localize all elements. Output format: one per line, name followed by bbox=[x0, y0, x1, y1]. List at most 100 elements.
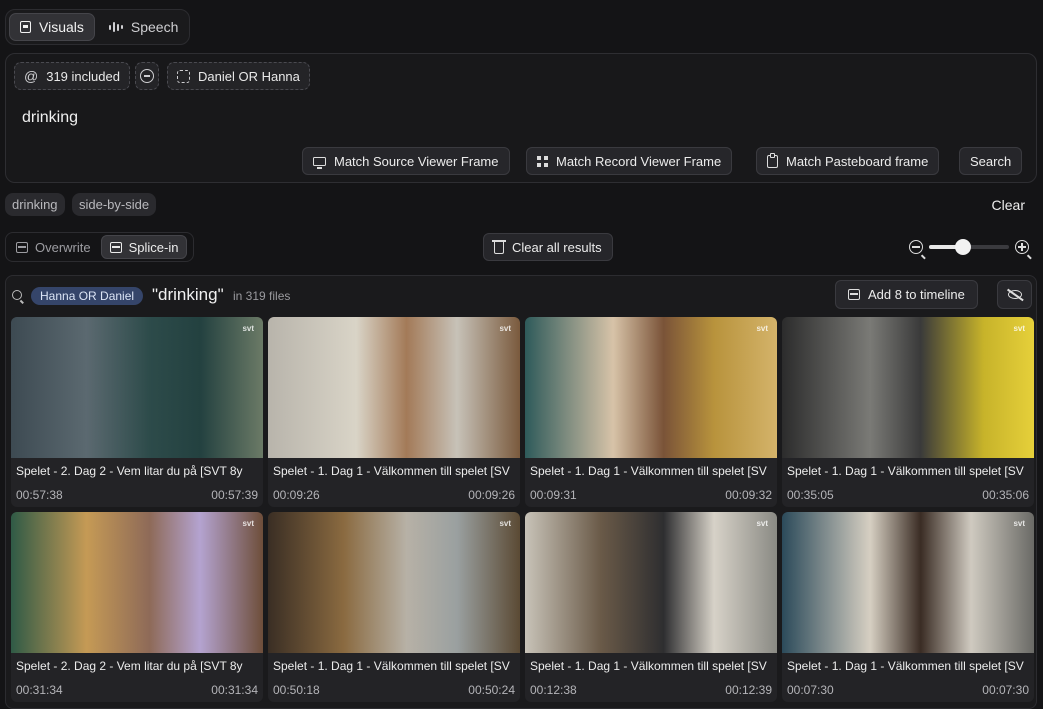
speech-tab[interactable]: Speech bbox=[99, 13, 188, 41]
clip-card[interactable]: svt Spelet - 2. Dag 2 - Vem litar du på [… bbox=[11, 317, 263, 507]
film-icon bbox=[848, 289, 860, 300]
clip-card[interactable]: svt Spelet - 1. Dag 1 - Välkommen till sp… bbox=[268, 317, 520, 507]
clip-out-timecode: 00:09:26 bbox=[468, 488, 515, 502]
svt-watermark: svt bbox=[1013, 519, 1025, 528]
zoom-control bbox=[909, 237, 1037, 257]
waveform-icon bbox=[108, 21, 123, 33]
clip-title: Spelet - 2. Dag 2 - Vem litar du på [SVT… bbox=[16, 464, 243, 478]
search-query-input[interactable]: drinking bbox=[22, 109, 78, 127]
clip-thumbnail[interactable]: svt bbox=[268, 317, 520, 458]
match-record-viewer-frame-button[interactable]: Match Record Viewer Frame bbox=[526, 147, 733, 175]
overwrite-mode[interactable]: Overwrite bbox=[8, 235, 99, 259]
match-pasteboard-label: Match Pasteboard frame bbox=[786, 153, 929, 169]
svt-watermark: svt bbox=[756, 519, 768, 528]
match-source-label: Match Source Viewer Frame bbox=[334, 153, 499, 169]
recent-search-tag[interactable]: drinking bbox=[5, 193, 65, 216]
results-query: "drinking" bbox=[152, 285, 224, 304]
clip-thumbnail[interactable]: svt bbox=[525, 317, 777, 458]
minus-circle-icon bbox=[140, 69, 154, 83]
clip-title: Spelet - 1. Dag 1 - Välkommen till spele… bbox=[273, 464, 510, 478]
clip-title: Spelet - 2. Dag 2 - Vem litar du på [SVT… bbox=[16, 659, 243, 673]
clip-thumbnail[interactable]: svt bbox=[782, 512, 1034, 653]
visuals-tab[interactable]: Visuals bbox=[9, 13, 95, 41]
clip-title: Spelet - 1. Dag 1 - Välkommen till spele… bbox=[273, 659, 510, 673]
clip-card[interactable]: svt Spelet - 2. Dag 2 - Vem litar du på [… bbox=[11, 512, 263, 702]
clip-in-timecode: 00:31:34 bbox=[16, 683, 63, 697]
recent-search-tag[interactable]: side-by-side bbox=[72, 193, 157, 216]
clip-card[interactable]: svt Spelet - 1. Dag 1 - Välkommen till sp… bbox=[525, 317, 777, 507]
clip-in-timecode: 00:07:30 bbox=[787, 683, 834, 697]
clip-in-timecode: 00:57:38 bbox=[16, 488, 63, 502]
clear-button[interactable]: Clear bbox=[992, 197, 1025, 213]
clip-card[interactable]: svt Spelet - 1. Dag 1 - Välkommen till sp… bbox=[268, 512, 520, 702]
film-icon bbox=[20, 21, 31, 33]
face-scan-icon bbox=[177, 69, 190, 83]
visuals-tab-label: Visuals bbox=[39, 19, 84, 35]
clip-thumbnail[interactable]: svt bbox=[11, 512, 263, 653]
match-pasteboard-frame-button[interactable]: Match Pasteboard frame bbox=[756, 147, 940, 175]
person-filter-label: Daniel OR Hanna bbox=[198, 68, 300, 84]
zoom-slider-thumb[interactable] bbox=[955, 239, 972, 255]
clip-out-timecode: 00:12:39 bbox=[725, 683, 772, 697]
clear-all-results-button[interactable]: Clear all results bbox=[483, 233, 613, 261]
clip-out-timecode: 00:31:34 bbox=[211, 683, 258, 697]
person-badge: Hanna OR Daniel bbox=[31, 287, 144, 305]
mode-segmented-control: Visuals Speech bbox=[5, 9, 190, 45]
at-icon: @ bbox=[24, 68, 39, 84]
hide-results-button[interactable] bbox=[997, 280, 1032, 309]
clip-card[interactable]: svt Spelet - 1. Dag 1 - Välkommen till sp… bbox=[525, 512, 777, 702]
splice-in-mode[interactable]: Splice-in bbox=[100, 235, 188, 259]
trash-icon bbox=[492, 240, 506, 254]
add-to-timeline-label: Add 8 to timeline bbox=[868, 287, 965, 302]
add-to-timeline-button[interactable]: Add 8 to timeline bbox=[835, 280, 978, 309]
svt-watermark: svt bbox=[242, 519, 254, 528]
clip-in-timecode: 00:09:26 bbox=[273, 488, 320, 502]
clip-title: Spelet - 1. Dag 1 - Välkommen till spele… bbox=[530, 659, 767, 673]
clip-card[interactable]: svt Spelet - 1. Dag 1 - Välkommen till sp… bbox=[782, 512, 1034, 702]
zoom-slider[interactable] bbox=[929, 239, 1009, 255]
splice-in-label: Splice-in bbox=[128, 239, 179, 255]
match-source-viewer-frame-button[interactable]: Match Source Viewer Frame bbox=[302, 147, 510, 175]
person-filter[interactable]: Daniel OR Hanna bbox=[167, 62, 310, 90]
included-count: 319 included bbox=[46, 68, 120, 84]
clip-thumbnail[interactable]: svt bbox=[268, 512, 520, 653]
results-panel: Hanna OR Daniel "drinking" in 319 files … bbox=[5, 275, 1037, 709]
search-button[interactable]: Search bbox=[959, 147, 1023, 175]
film-icon bbox=[109, 241, 122, 253]
results-header: Hanna OR Daniel "drinking" in 319 files … bbox=[6, 276, 1036, 314]
exclude-filter-button[interactable] bbox=[135, 62, 159, 90]
clip-thumbnail[interactable]: svt bbox=[525, 512, 777, 653]
speech-tab-label: Speech bbox=[130, 19, 179, 35]
results-count: in 319 files bbox=[233, 289, 291, 303]
svt-watermark: svt bbox=[499, 519, 511, 528]
clip-title: Spelet - 1. Dag 1 - Välkommen till spele… bbox=[787, 659, 1024, 673]
clip-thumbnail[interactable]: svt bbox=[782, 317, 1034, 458]
clip-in-timecode: 00:35:05 bbox=[787, 488, 834, 502]
svt-watermark: svt bbox=[1013, 324, 1025, 333]
overwrite-label: Overwrite bbox=[35, 239, 91, 255]
search-icon bbox=[12, 290, 22, 300]
clip-thumbnail[interactable]: svt bbox=[11, 317, 263, 458]
monitor-icon bbox=[313, 156, 326, 169]
clip-out-timecode: 00:57:39 bbox=[211, 488, 258, 502]
clip-out-timecode: 00:07:30 bbox=[982, 683, 1029, 697]
edit-mode-control: Overwrite Splice-in bbox=[5, 232, 194, 262]
clip-in-timecode: 00:09:31 bbox=[530, 488, 577, 502]
clipboard-icon bbox=[767, 152, 778, 168]
clip-card[interactable]: svt Spelet - 1. Dag 1 - Välkommen till sp… bbox=[782, 317, 1034, 507]
svt-watermark: svt bbox=[242, 324, 254, 333]
clip-in-timecode: 00:50:18 bbox=[273, 683, 320, 697]
search-button-label: Search bbox=[970, 153, 1012, 169]
film-icon bbox=[16, 241, 28, 253]
clip-out-timecode: 00:50:24 bbox=[468, 683, 515, 697]
clip-out-timecode: 00:09:32 bbox=[725, 488, 772, 502]
clip-grid: svt Spelet - 2. Dag 2 - Vem litar du på [… bbox=[11, 317, 1034, 702]
svt-watermark: svt bbox=[499, 324, 511, 333]
eye-off-icon bbox=[1007, 290, 1022, 299]
svt-watermark: svt bbox=[756, 324, 768, 333]
clip-out-timecode: 00:35:06 bbox=[982, 488, 1029, 502]
included-files-filter[interactable]: @ 319 included bbox=[14, 62, 130, 90]
clip-title: Spelet - 1. Dag 1 - Välkommen till spele… bbox=[530, 464, 767, 478]
zoom-in-icon[interactable] bbox=[1015, 240, 1029, 254]
zoom-out-icon[interactable] bbox=[909, 240, 923, 254]
